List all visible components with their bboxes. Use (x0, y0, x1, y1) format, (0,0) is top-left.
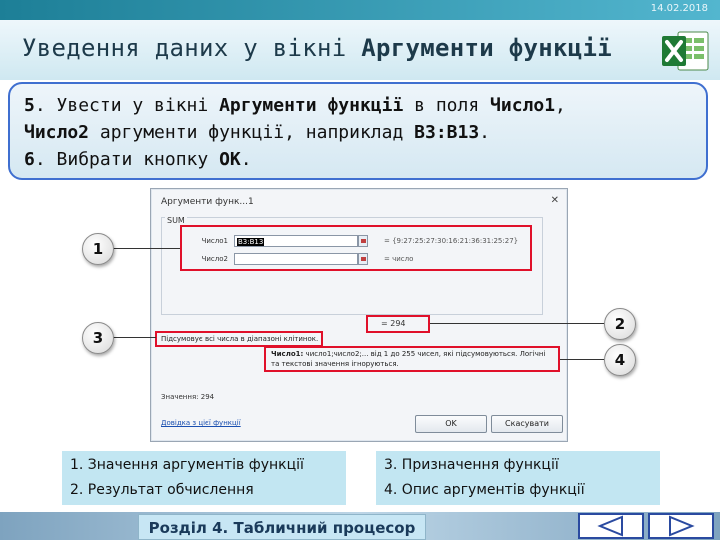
callout-4: 4 (604, 344, 636, 376)
callout-1: 1 (82, 233, 114, 265)
instruction-text: в поля (403, 95, 491, 116)
leader-line-3 (112, 337, 156, 338)
instruction-text: . Вибрати кнопку (34, 149, 220, 170)
cancel-button[interactable]: Скасувати (491, 415, 563, 433)
legend-item-4: 4. Опис аргументів функції (384, 482, 585, 498)
close-icon[interactable]: ✕ (551, 195, 559, 206)
nav-next-triangle-icon (669, 515, 695, 537)
next-slide-button[interactable] (648, 513, 714, 539)
instruction-line-2: Число2 аргументи функції, наприклад B3:B… (24, 119, 692, 146)
instruction-keyword: B3:B13 (414, 122, 480, 143)
excel-logo-icon (660, 26, 710, 74)
value-line: Значення: 294 (161, 393, 215, 401)
instruction-keyword: Аргументи функції (219, 95, 404, 116)
slide-title-bold: Аргументи функції (361, 34, 612, 62)
instruction-keyword: Число2 (24, 122, 90, 143)
legend-left: 1. Значення аргументів функції 2. Резуль… (62, 451, 346, 505)
step-number: 6 (24, 149, 35, 170)
dialog-title: Аргументи функ...1 (161, 197, 254, 207)
instruction-text: . Увести у вікні (34, 95, 220, 116)
ok-button[interactable]: OK (415, 415, 487, 433)
top-band: 14.02.2018 (0, 0, 720, 20)
leader-line-1 (112, 248, 180, 249)
slide-title-plain: Уведення даних у вікні (22, 34, 362, 62)
legend-item-2: 2. Результат обчислення (70, 482, 254, 498)
leader-line-2 (430, 323, 604, 324)
highlight-arguments (180, 225, 532, 271)
instruction-text: . (479, 122, 491, 143)
nav-prev-triangle-icon (597, 515, 623, 537)
leader-line-4 (560, 359, 604, 360)
slide-date: 14.02.2018 (650, 3, 708, 14)
callout-3: 3 (82, 322, 114, 354)
help-link[interactable]: Довідка з цієї функції (161, 419, 241, 427)
highlight-argument-description (264, 346, 560, 372)
instruction-keyword: ОК (219, 149, 241, 170)
callout-2: 2 (604, 308, 636, 340)
highlight-description (155, 331, 323, 347)
legend-item-3: 3. Призначення функції (384, 457, 559, 473)
instruction-keyword: Число1 (490, 95, 556, 116)
instruction-line-3: 6. Вибрати кнопку ОК. (24, 146, 692, 173)
step-number: 5 (24, 95, 35, 116)
legend-item-1: 1. Значення аргументів функції (70, 457, 304, 473)
instruction-text: , (555, 95, 566, 116)
section-label: Розділ 4. Табличний процесор (138, 514, 426, 540)
instruction-text: . (240, 149, 252, 170)
prev-slide-button[interactable] (578, 513, 644, 539)
instruction-text: аргументи функції, наприклад (89, 122, 415, 143)
legend-right: 3. Призначення функції 4. Опис аргументі… (376, 451, 660, 505)
instruction-line-1: 5. Увести у вікні Аргументи функції в по… (24, 92, 692, 119)
highlight-result (366, 315, 430, 333)
slide-title: Уведення даних у вікні Аргументи функції (22, 34, 612, 62)
instruction-panel: 5. Увести у вікні Аргументи функції в по… (8, 82, 708, 180)
function-name: SUM (165, 216, 187, 225)
